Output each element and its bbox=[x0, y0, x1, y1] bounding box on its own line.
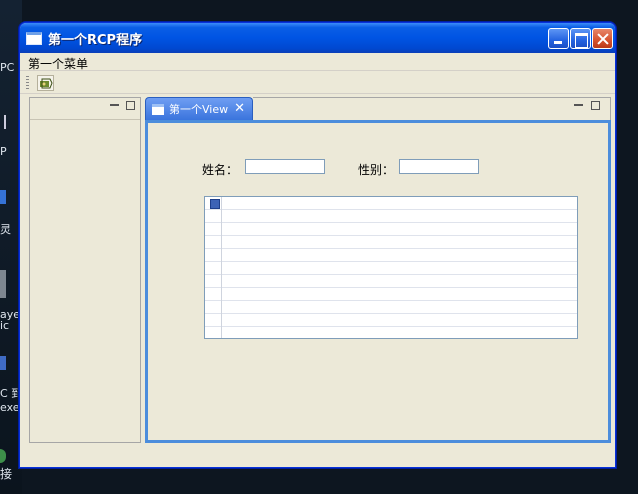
window-title: 第一个RCP程序 bbox=[48, 32, 143, 48]
desktop-icon-label: PC bbox=[0, 61, 15, 74]
desktop-app-icon bbox=[0, 356, 6, 370]
desktop-icon-label: P bbox=[0, 145, 7, 158]
title-bar[interactable]: 第一个RCP程序 bbox=[20, 23, 615, 53]
action-icon bbox=[40, 78, 53, 89]
app-window: 第一个RCP程序 第一个菜单 第一个View ✕ 姓名： 性别： bbox=[19, 22, 616, 468]
desktop-icon-label: 接 bbox=[0, 467, 13, 481]
menu-bar: 第一个菜单 bbox=[20, 53, 615, 71]
toolbar bbox=[20, 72, 615, 94]
desktop-arrow-icon bbox=[0, 115, 6, 129]
desktop-app-icon bbox=[0, 190, 6, 204]
table-rows bbox=[205, 197, 577, 338]
view-content: 姓名： 性别： bbox=[145, 120, 611, 443]
view-minimize-icon[interactable] bbox=[110, 104, 119, 106]
table-row-selector[interactable] bbox=[210, 199, 220, 209]
desktop-icon-label: 灵 bbox=[0, 223, 11, 236]
tab-label: 第一个View bbox=[169, 103, 229, 116]
toolbar-action-button[interactable] bbox=[37, 75, 54, 91]
toolbar-grip-icon[interactable] bbox=[26, 76, 29, 90]
view-maximize-icon[interactable] bbox=[126, 101, 135, 110]
desktop-app-icon bbox=[0, 270, 6, 298]
view-maximize-icon[interactable] bbox=[591, 101, 600, 110]
window-icon bbox=[26, 31, 42, 45]
desktop-icon-label: exe bbox=[0, 401, 20, 414]
name-label: 姓名： bbox=[202, 163, 239, 177]
tab-first-view[interactable]: 第一个View ✕ bbox=[145, 97, 253, 120]
gender-input[interactable] bbox=[399, 159, 479, 174]
menu-item-first[interactable]: 第一个菜单 bbox=[28, 55, 88, 72]
tab-close-icon[interactable]: ✕ bbox=[234, 101, 245, 116]
data-table[interactable] bbox=[204, 196, 578, 339]
table-column-divider bbox=[221, 197, 222, 338]
name-input[interactable] bbox=[245, 159, 325, 174]
desktop-app-icon bbox=[0, 449, 6, 463]
close-button[interactable] bbox=[592, 28, 613, 49]
desktop-icon-label: ic bbox=[0, 319, 10, 332]
maximize-button[interactable] bbox=[570, 28, 591, 49]
left-view-header bbox=[30, 98, 140, 120]
view-minimize-icon[interactable] bbox=[574, 104, 583, 106]
gender-label: 性别： bbox=[358, 163, 395, 177]
view-icon bbox=[152, 103, 164, 115]
view-header bbox=[253, 97, 611, 120]
main-view-area: 第一个View ✕ 姓名： 性别： bbox=[145, 97, 611, 443]
left-view-pane bbox=[29, 97, 141, 443]
minimize-button[interactable] bbox=[548, 28, 569, 49]
